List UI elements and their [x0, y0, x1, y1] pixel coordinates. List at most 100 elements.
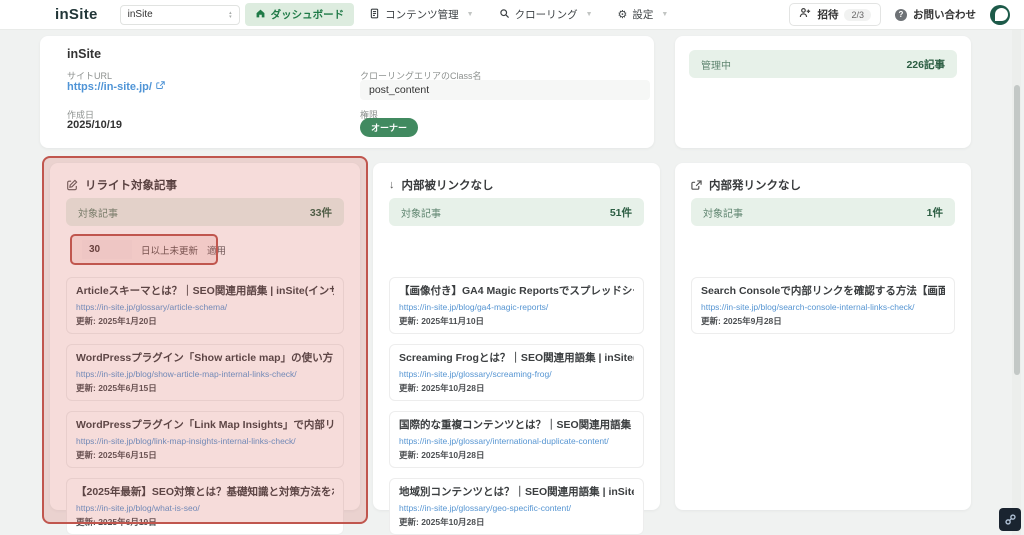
contact-label: お問い合わせ — [913, 9, 976, 21]
arrow-down-icon: ↓ — [389, 179, 395, 191]
article-updated: 更新: 2025年10月28日 — [399, 450, 485, 460]
no-inbound-title: 内部被リンクなし — [401, 180, 494, 192]
article-item: 【画像付き】GA4 Magic ReportsでスプレッドシートとGA4を自動…… — [389, 277, 644, 334]
invite-button[interactable]: 招待 2/3 — [789, 3, 881, 26]
select-chevrons-icon: ▴ ▾ — [229, 9, 232, 20]
article-url-link[interactable]: https://in-site.jp/glossary/screaming-fr… — [399, 369, 634, 379]
class-name-field: post_content — [360, 80, 650, 100]
edit-icon — [66, 179, 78, 191]
target-articles-label: 対象記事 — [703, 208, 743, 220]
person-plus-icon — [799, 7, 811, 22]
article-title: Screaming Frogとは？｜SEO関連用語集 | inSite(インサイ… — [399, 352, 634, 364]
nav-dashboard[interactable]: ダッシュボード — [244, 3, 355, 26]
no-inbound-header: ↓ 内部被リンクなし — [389, 177, 494, 193]
question-icon: ? — [895, 8, 907, 21]
days-filter-label: 日以上未更新 — [141, 245, 199, 257]
target-articles-label: 対象記事 — [78, 208, 118, 220]
article-title: 地域別コンテンツとは？｜SEO関連用語集 | inSite(インサイト) — [399, 486, 634, 498]
scrollbar-thumb[interactable] — [1014, 85, 1020, 375]
article-title: WordPressプラグイン「Link Map Insights」で内部リンクを… — [76, 419, 334, 431]
article-url-link[interactable]: https://in-site.jp/blog/search-console-i… — [701, 302, 945, 312]
managed-label: 管理中 — [701, 60, 731, 72]
article-url-link[interactable]: https://in-site.jp/blog/what-is-seo/ — [76, 503, 334, 513]
article-item: WordPressプラグイン「Show article map」の使い方を解説 h… — [66, 344, 344, 401]
chevron-down-icon: ▼ — [661, 11, 669, 18]
avatar[interactable] — [990, 4, 1010, 25]
nav-crawling[interactable]: クローリング ▼ — [489, 3, 603, 26]
link-badge-button[interactable] — [999, 508, 1021, 531]
apply-button[interactable]: 適用 — [207, 243, 226, 257]
target-articles-label: 対象記事 — [401, 208, 441, 220]
no-inbound-count-bar: 対象記事 51件 — [389, 198, 644, 226]
no-inbound-article-list: 【画像付き】GA4 Magic ReportsでスプレッドシートとGA4を自動…… — [389, 277, 644, 535]
article-title: Articleスキーマとは？｜SEO関連用語集 | inSite(インサイト) — [76, 285, 334, 297]
article-updated: 更新: 2025年9月28日 — [701, 316, 782, 326]
article-url-link[interactable]: https://in-site.jp/glossary/article-sche… — [76, 302, 334, 312]
site-title: inSite — [67, 47, 102, 61]
rewrite-count: 33件 — [309, 206, 332, 219]
rewrite-article-list: Articleスキーマとは？｜SEO関連用語集 | inSite(インサイト) h… — [66, 277, 344, 535]
no-outbound-article-list: Search Consoleで内部リンクを確認する方法【画面キャプチャで詳… ht… — [691, 277, 955, 344]
site-url-link[interactable]: https://in-site.jp/ — [67, 81, 165, 93]
no-outbound-count: 1件 — [926, 206, 943, 219]
article-updated: 更新: 2025年10月28日 — [399, 383, 485, 393]
no-outbound-links-card: 内部発リンクなし 対象記事 1件 Search Consoleで内部リンクを確認… — [675, 163, 971, 510]
article-title: 国際的な重複コンテンツとは？｜SEO関連用語集 | inSite(インサイト) — [399, 419, 634, 431]
external-link-icon — [156, 81, 165, 93]
site-info-card: inSite サイトURL https://in-site.jp/ 作成日 20… — [40, 36, 654, 148]
nav-content-management[interactable]: コンテンツ管理 ▼ — [359, 3, 483, 26]
document-icon — [369, 8, 380, 22]
no-outbound-header: 内部発リンクなし — [691, 177, 801, 193]
article-url-link[interactable]: https://in-site.jp/blog/ga4-magic-report… — [399, 302, 634, 312]
article-item: Articleスキーマとは？｜SEO関連用語集 | inSite(インサイト) h… — [66, 277, 344, 334]
article-item: Screaming Frogとは？｜SEO関連用語集 | inSite(インサイ… — [389, 344, 644, 401]
article-title: 【2025年最新】SEO対策とは？基礎知識と対策方法をわかりやすく… — [76, 486, 334, 498]
invite-label: 招待 — [817, 9, 839, 21]
created-value: 2025/10/19 — [67, 119, 123, 131]
nav-settings[interactable]: ⚙ 設定 ▼ — [608, 3, 679, 26]
article-url-link[interactable]: https://in-site.jp/glossary/internationa… — [399, 436, 634, 446]
contact-link[interactable]: ? お問い合わせ — [895, 7, 976, 22]
rewrite-count-bar: 対象記事 33件 — [66, 198, 344, 226]
article-updated: 更新: 2025年6月15日 — [76, 383, 157, 393]
article-updated: 更新: 2025年6月19日 — [76, 517, 157, 527]
article-title: WordPressプラグイン「Show article map」の使い方を解説 — [76, 352, 334, 364]
nav-settings-label: 設定 — [632, 9, 654, 21]
no-outbound-count-bar: 対象記事 1件 — [691, 198, 955, 226]
chevron-down-icon: ▼ — [466, 11, 474, 18]
article-url-link[interactable]: https://in-site.jp/blog/link-map-insight… — [76, 436, 334, 446]
article-title: Search Consoleで内部リンクを確認する方法【画面キャプチャで詳… — [701, 285, 945, 297]
owner-badge: オーナー — [360, 118, 419, 137]
managed-count-bar: 管理中 226記事 — [689, 50, 957, 78]
site-url-text: https://in-site.jp/ — [67, 81, 152, 93]
no-inbound-links-card: ↓ 内部被リンクなし 対象記事 51件 【画像付き】GA4 Magic Repo… — [373, 163, 660, 535]
chevron-down-icon: ▼ — [585, 11, 593, 18]
rewrite-targets-card: リライト対象記事 対象記事 33件 日以上未更新 適用 Articleスキーマと… — [50, 163, 360, 535]
article-updated: 更新: 2025年1月20日 — [76, 316, 157, 326]
top-navbar: inSite inSite ▴ ▾ ダッシュボード コンテンツ管理 ▼ クローリン… — [0, 0, 1024, 30]
article-url-link[interactable]: https://in-site.jp/blog/show-article-map… — [76, 369, 334, 379]
nav-content-label: コンテンツ管理 — [385, 9, 459, 21]
site-select-dropdown[interactable]: inSite ▴ ▾ — [119, 4, 240, 25]
search-icon — [499, 8, 510, 22]
gear-icon: ⚙ — [617, 9, 628, 21]
article-title: 【画像付き】GA4 Magic ReportsでスプレッドシートとGA4を自動… — [399, 285, 634, 297]
no-inbound-count: 51件 — [609, 206, 632, 219]
link-icon — [1004, 513, 1017, 526]
days-filter-row: 日以上未更新 適用 — [82, 240, 226, 259]
nav-dashboard-label: ダッシュボード — [270, 9, 345, 21]
days-input[interactable] — [82, 240, 132, 259]
rewrite-targets-header: リライト対象記事 — [66, 177, 177, 193]
article-updated: 更新: 2025年11月10日 — [399, 316, 485, 326]
article-url-link[interactable]: https://in-site.jp/glossary/geo-specific… — [399, 503, 634, 513]
article-updated: 更新: 2025年6月15日 — [76, 450, 157, 460]
article-item: 地域別コンテンツとは？｜SEO関連用語集 | inSite(インサイト) http… — [389, 478, 644, 535]
managed-count: 226記事 — [906, 58, 945, 71]
navbar-right-group: 招待 2/3 ? お問い合わせ — [789, 3, 1010, 26]
invite-count-badge: 2/3 — [844, 8, 871, 21]
no-outbound-title: 内部発リンクなし — [709, 180, 801, 192]
article-updated: 更新: 2025年10月28日 — [399, 517, 485, 527]
article-item: 【2025年最新】SEO対策とは？基礎知識と対策方法をわかりやすく… https:… — [66, 478, 344, 535]
external-link-icon — [691, 179, 702, 191]
site-select-value: inSite — [127, 9, 153, 20]
